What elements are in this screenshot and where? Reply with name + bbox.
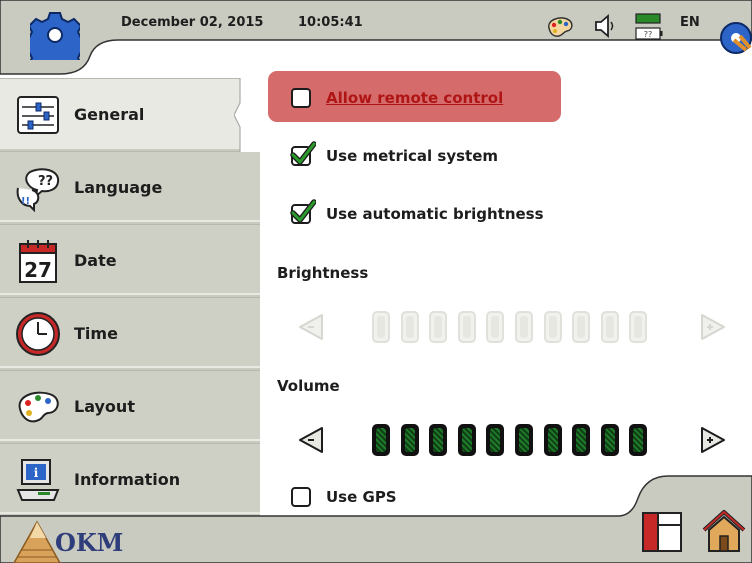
speaker-icon[interactable] bbox=[593, 13, 615, 39]
brightness-segment[interactable] bbox=[400, 311, 419, 343]
brightness-segment[interactable] bbox=[600, 311, 619, 343]
volume-decrease-button[interactable] bbox=[298, 426, 324, 454]
sidebar: General ?? !! Language 27 Date Time Layo… bbox=[0, 78, 260, 516]
volume-segment[interactable] bbox=[372, 424, 390, 456]
panel-layout-icon[interactable] bbox=[640, 510, 684, 554]
sidebar-item-label: Date bbox=[74, 251, 117, 270]
brightness-segment[interactable] bbox=[429, 311, 448, 343]
battery-icon: ?? bbox=[635, 13, 663, 40]
checkmark-icon bbox=[290, 199, 316, 223]
header-time: 10:05:41 bbox=[298, 15, 363, 30]
sliders-icon bbox=[17, 96, 59, 134]
header-date: December 02, 2015 bbox=[121, 15, 264, 30]
brightness-segment[interactable] bbox=[572, 311, 591, 343]
language-indicator[interactable]: EN bbox=[680, 15, 700, 30]
calendar-icon: 27 bbox=[19, 240, 57, 283]
volume-segment[interactable] bbox=[515, 424, 533, 456]
palette-icon bbox=[18, 391, 59, 423]
brightness-segment[interactable] bbox=[629, 311, 648, 343]
active-indicator bbox=[234, 78, 264, 152]
svg-text:??: ?? bbox=[38, 174, 53, 189]
metric-label[interactable]: Use metrical system bbox=[326, 147, 498, 165]
speech-bubble-icon: ?? !! bbox=[16, 168, 60, 212]
brightness-segment[interactable] bbox=[515, 311, 533, 343]
volume-slider[interactable] bbox=[372, 424, 652, 456]
brightness-segment[interactable] bbox=[457, 311, 476, 343]
sidebar-item-layout[interactable]: Layout bbox=[0, 370, 260, 441]
brightness-decrease-button[interactable] bbox=[298, 313, 324, 341]
volume-segment[interactable] bbox=[629, 424, 648, 456]
svg-text:??: ?? bbox=[644, 30, 653, 39]
calendar-day: 27 bbox=[24, 258, 52, 282]
volume-segment[interactable] bbox=[486, 424, 505, 456]
okm-logo-text: OKM bbox=[55, 528, 124, 557]
volume-segment[interactable] bbox=[429, 424, 448, 456]
svg-text:!!: !! bbox=[21, 196, 30, 207]
volume-segment[interactable] bbox=[543, 424, 562, 456]
sidebar-item-label: Layout bbox=[74, 397, 135, 416]
sidebar-item-language[interactable]: ?? !! Language bbox=[0, 151, 260, 222]
remote-control-label[interactable]: Allow remote control bbox=[326, 89, 503, 107]
sidebar-item-label: Time bbox=[74, 324, 118, 343]
sidebar-item-time[interactable]: Time bbox=[0, 297, 260, 368]
checkmark-icon bbox=[290, 141, 316, 165]
auto-brightness-label[interactable]: Use automatic brightness bbox=[326, 205, 544, 223]
network-icon[interactable] bbox=[716, 18, 752, 58]
sidebar-item-general[interactable]: General bbox=[0, 78, 240, 149]
metric-checkbox[interactable] bbox=[290, 141, 316, 166]
volume-segment[interactable] bbox=[400, 424, 419, 456]
brightness-title: Brightness bbox=[277, 264, 369, 282]
home-icon[interactable] bbox=[700, 508, 748, 554]
volume-increase-button[interactable] bbox=[700, 426, 726, 454]
auto-brightness-checkbox[interactable] bbox=[290, 199, 316, 224]
volume-segment[interactable] bbox=[600, 424, 619, 456]
volume-title: Volume bbox=[277, 377, 340, 395]
gear-icon[interactable] bbox=[30, 10, 80, 60]
brightness-increase-button[interactable] bbox=[700, 313, 726, 341]
brightness-segment[interactable] bbox=[372, 311, 390, 343]
sidebar-item-label: Language bbox=[74, 178, 163, 197]
remote-control-checkbox[interactable] bbox=[291, 88, 311, 108]
palette-icon[interactable] bbox=[545, 16, 575, 38]
sidebar-item-label: General bbox=[74, 105, 145, 124]
brightness-segment[interactable] bbox=[486, 311, 505, 343]
clock-icon bbox=[16, 312, 60, 356]
brightness-slider[interactable] bbox=[372, 311, 652, 343]
sidebar-item-date[interactable]: 27 Date bbox=[0, 224, 260, 295]
volume-segment[interactable] bbox=[572, 424, 591, 456]
brightness-segment[interactable] bbox=[543, 311, 562, 343]
volume-segment[interactable] bbox=[457, 424, 476, 456]
